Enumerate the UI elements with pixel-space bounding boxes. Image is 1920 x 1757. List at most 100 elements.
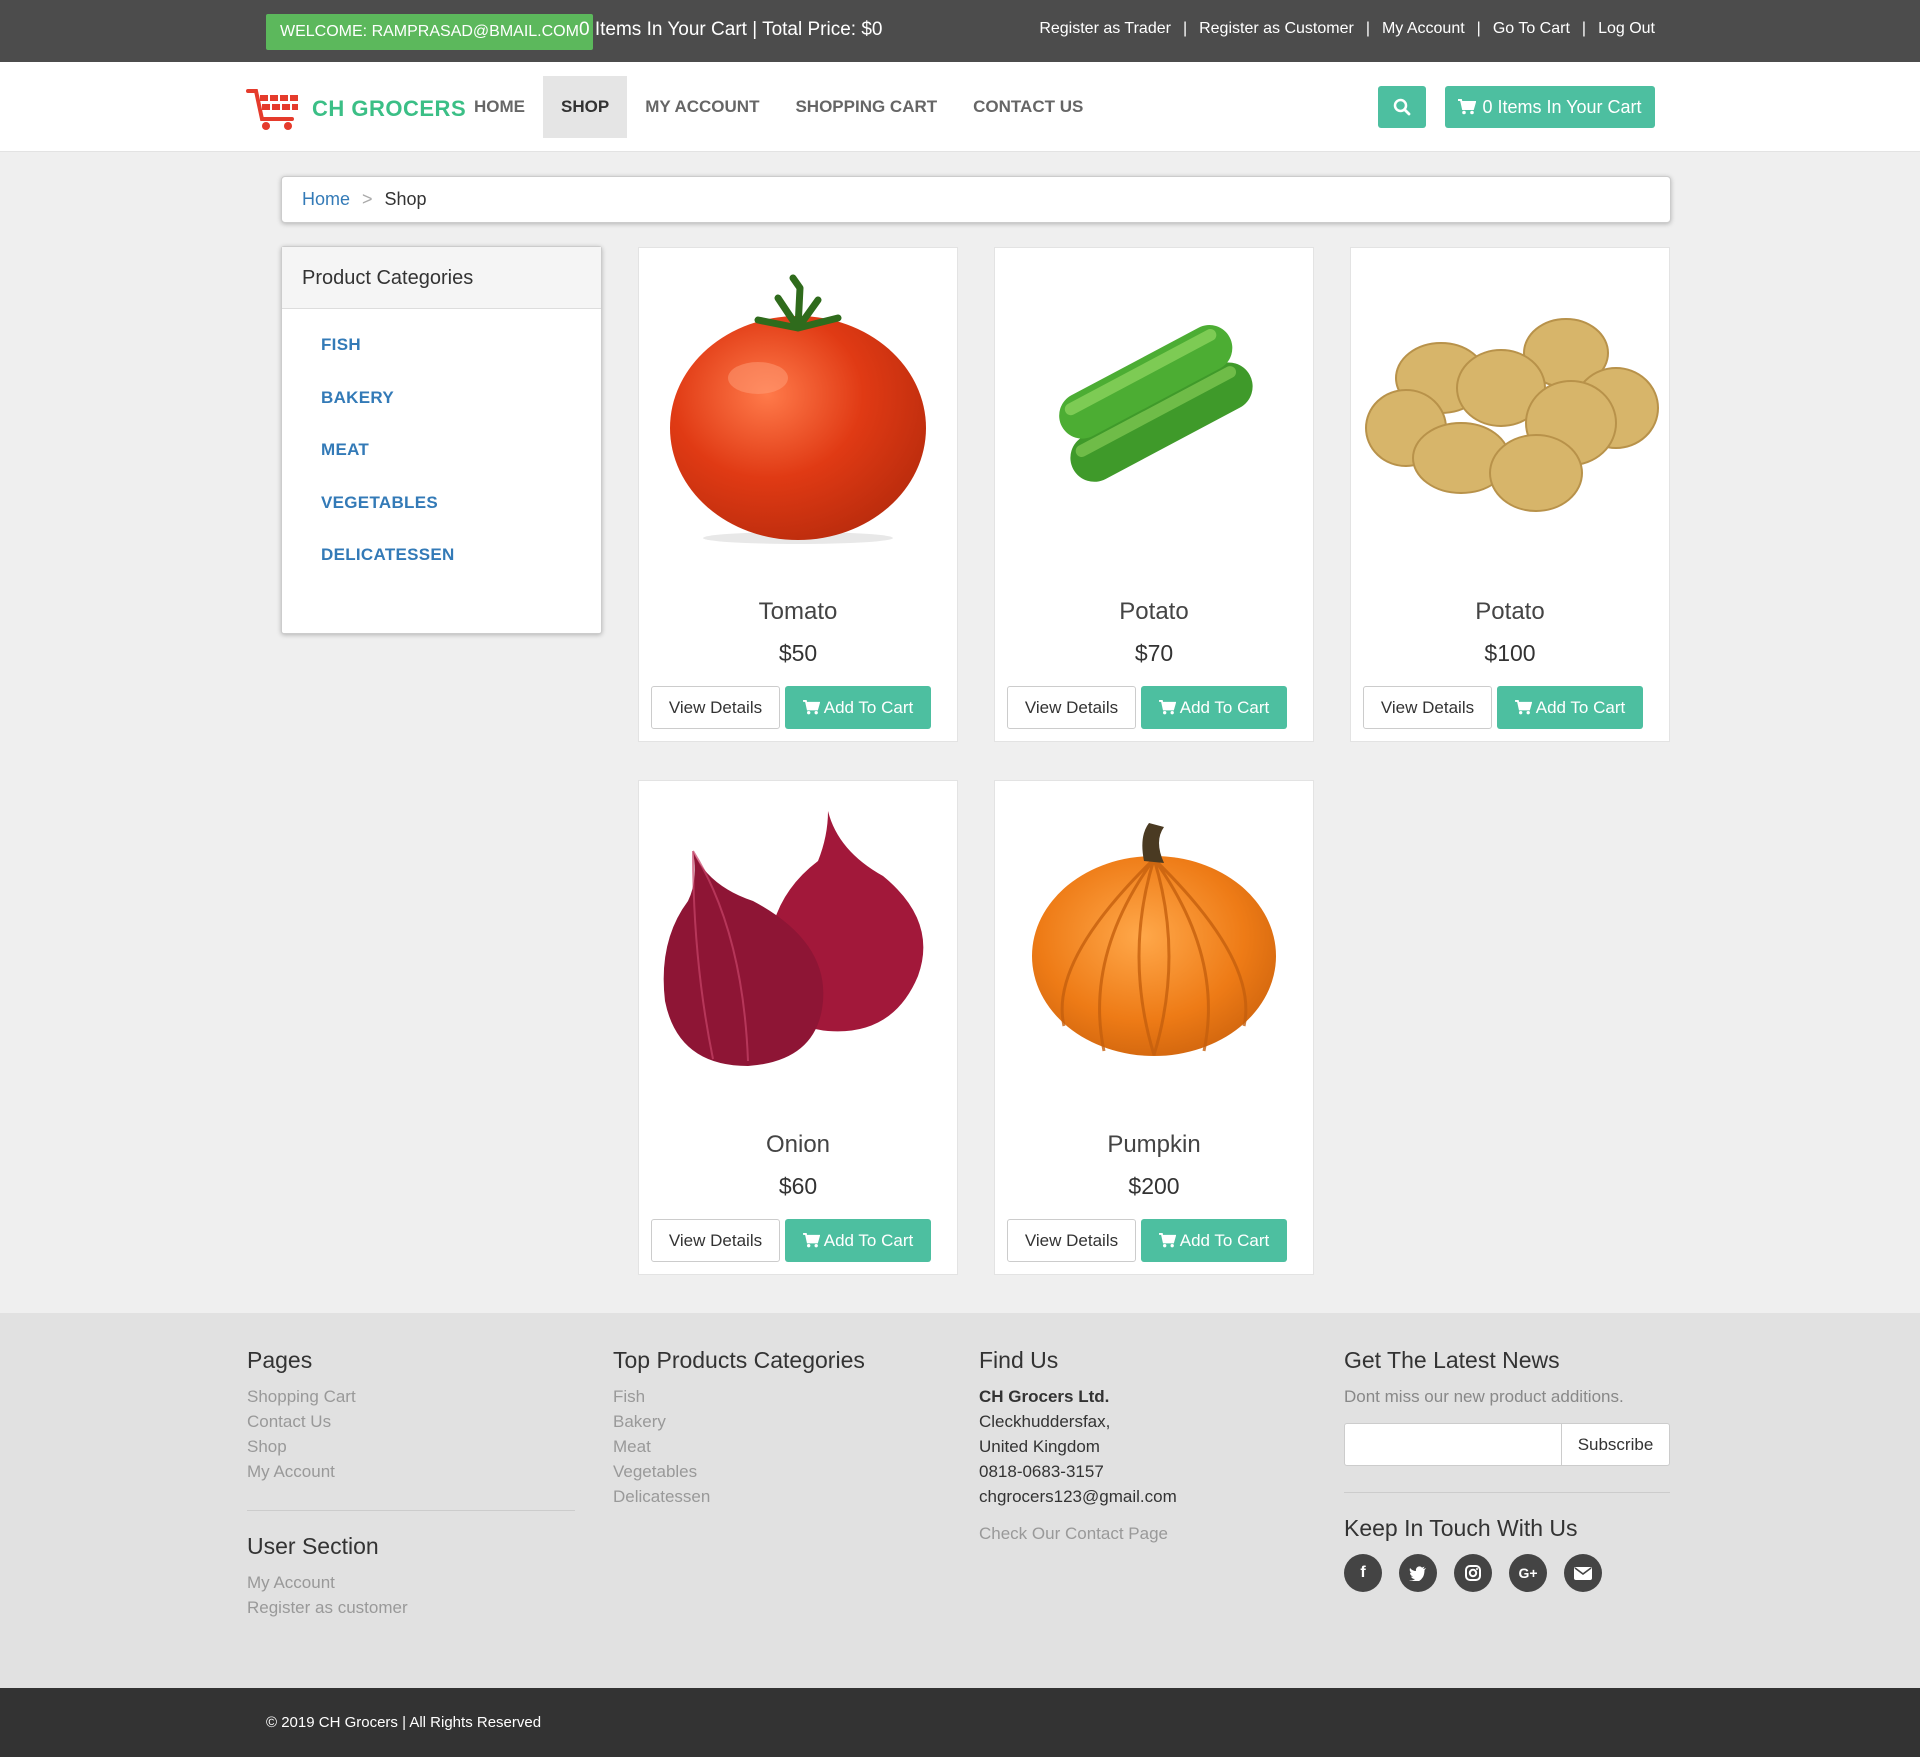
newsletter-email-input[interactable] xyxy=(1344,1423,1562,1466)
add-to-cart-label: Add To Cart xyxy=(1179,698,1270,717)
footer-user-section-title: User Section xyxy=(247,1533,379,1559)
phone-number: 0818-0683-3157 xyxy=(979,1462,1104,1481)
add-to-cart-label: Add To Cart xyxy=(823,698,914,717)
brand-name: CH GROCERS xyxy=(312,96,467,121)
nav-my-account[interactable]: MY ACCOUNT xyxy=(627,76,777,138)
product-name: Potato xyxy=(1475,598,1545,625)
sidebar-title: Product Categories xyxy=(282,247,601,309)
list-item: MEAT xyxy=(321,440,601,493)
category-delicatessen[interactable]: DELICATESSEN xyxy=(321,545,455,564)
view-details-button[interactable]: View Details xyxy=(1363,686,1492,729)
cart-icon xyxy=(802,1233,820,1248)
footer-category-meat[interactable]: Meat xyxy=(613,1434,865,1459)
product-price: $70 xyxy=(1134,640,1174,666)
google-plus-icon[interactable]: G+ xyxy=(1509,1554,1547,1592)
nav-shop[interactable]: SHOP xyxy=(543,76,628,138)
cart-icon xyxy=(1514,700,1532,715)
subscribe-button[interactable]: Subscribe xyxy=(1562,1423,1670,1466)
product-card: Tomato $50 View Details Add To Cart xyxy=(638,247,958,742)
twitter-icon[interactable] xyxy=(1399,1554,1437,1592)
contact-page-link[interactable]: Check Our Contact Page xyxy=(979,1521,1177,1546)
view-details-button[interactable]: View Details xyxy=(651,686,780,729)
category-list: FISH BAKERY MEAT VEGETABLES DELICATESSEN xyxy=(282,309,601,598)
log-out-link[interactable]: Log Out xyxy=(1598,20,1655,38)
facebook-icon[interactable]: f xyxy=(1344,1554,1382,1592)
category-bakery[interactable]: BAKERY xyxy=(321,388,394,407)
cart-summary: 0 Items In Your Cart | Total Price: $0 xyxy=(579,19,883,40)
breadcrumb: Home > Shop xyxy=(281,176,1671,223)
my-account-link[interactable]: My Account xyxy=(1382,20,1465,38)
category-vegetables[interactable]: VEGETABLES xyxy=(321,493,438,512)
address-line: Cleckhuddersfax, xyxy=(979,1412,1111,1431)
add-to-cart-button[interactable]: Add To Cart xyxy=(1497,686,1643,729)
envelope-icon[interactable] xyxy=(1564,1554,1602,1592)
add-to-cart-label: Add To Cart xyxy=(1179,1231,1270,1250)
add-to-cart-button[interactable]: Add To Cart xyxy=(1141,686,1287,729)
main-nav: HOME SHOP MY ACCOUNT SHOPPING CART CONTA… xyxy=(456,76,1101,138)
tomato-image xyxy=(670,274,926,544)
footer-find-us: Find Us CH Grocers Ltd. Cleckhuddersfax,… xyxy=(979,1347,1177,1546)
footer-categories: Top Products Categories Fish Bakery Meat… xyxy=(613,1347,865,1509)
header-cart-button[interactable]: 0 Items In Your Cart xyxy=(1445,86,1655,128)
register-trader-link[interactable]: Register as Trader xyxy=(1039,20,1171,38)
add-to-cart-button[interactable]: Add To Cart xyxy=(1141,1219,1287,1262)
category-fish[interactable]: FISH xyxy=(321,335,361,354)
footer-link-my-account[interactable]: My Account xyxy=(247,1459,575,1484)
product-image-potatoes[interactable] xyxy=(1361,258,1659,558)
potatoes-image xyxy=(1365,318,1659,512)
nav-contact-us[interactable]: CONTACT US xyxy=(955,76,1101,138)
instagram-icon[interactable] xyxy=(1454,1554,1492,1592)
product-image-onion[interactable] xyxy=(649,791,947,1091)
footer-link-register-customer[interactable]: Register as customer xyxy=(247,1595,575,1620)
footer-category-fish[interactable]: Fish xyxy=(613,1384,865,1409)
product-price: $60 xyxy=(778,1173,818,1199)
view-details-button[interactable]: View Details xyxy=(1007,1219,1136,1262)
breadcrumb-current: Shop xyxy=(384,189,427,209)
footer-category-vegetables[interactable]: Vegetables xyxy=(613,1459,865,1484)
footer-divider xyxy=(1344,1492,1670,1493)
footer: Pages Shopping Cart Contact Us Shop My A… xyxy=(0,1313,1920,1688)
address-line: United Kingdom xyxy=(979,1437,1100,1456)
footer-pages-title: Pages xyxy=(247,1347,313,1373)
footer-category-delicatessen[interactable]: Delicatessen xyxy=(613,1484,865,1509)
footer-link-shop[interactable]: Shop xyxy=(247,1434,575,1459)
cart-icon xyxy=(1458,99,1477,115)
cart-icon xyxy=(1158,1233,1176,1248)
product-name: Tomato xyxy=(758,598,838,625)
add-to-cart-button[interactable]: Add To Cart xyxy=(785,686,931,729)
nav-shopping-cart[interactable]: SHOPPING CART xyxy=(777,76,955,138)
social-links: f G+ xyxy=(1344,1554,1670,1592)
product-name: Pumpkin xyxy=(1107,1131,1201,1158)
category-meat[interactable]: MEAT xyxy=(321,440,369,459)
category-sidebar: Product Categories FISH BAKERY MEAT VEGE… xyxy=(281,246,602,634)
add-to-cart-label: Add To Cart xyxy=(823,1231,914,1250)
add-to-cart-label: Add To Cart xyxy=(1535,698,1626,717)
footer-link-contact-us[interactable]: Contact Us xyxy=(247,1409,575,1434)
product-image-cucumber[interactable] xyxy=(1005,258,1303,558)
search-icon xyxy=(1393,98,1411,116)
cart-icon xyxy=(802,700,820,715)
breadcrumb-home[interactable]: Home xyxy=(302,189,350,209)
go-to-cart-link[interactable]: Go To Cart xyxy=(1493,20,1570,38)
view-details-button[interactable]: View Details xyxy=(1007,686,1136,729)
footer-category-bakery[interactable]: Bakery xyxy=(613,1409,865,1434)
list-item: DELICATESSEN xyxy=(321,545,601,598)
footer-link-user-my-account[interactable]: My Account xyxy=(247,1570,575,1595)
search-button[interactable] xyxy=(1378,86,1426,128)
register-customer-link[interactable]: Register as Customer xyxy=(1199,20,1354,38)
keep-in-touch-title: Keep In Touch With Us xyxy=(1344,1515,1578,1541)
subscribe-form: Subscribe xyxy=(1344,1423,1670,1466)
product-price: $50 xyxy=(778,640,818,666)
product-name: Onion xyxy=(765,1131,831,1158)
product-image-tomato[interactable] xyxy=(649,258,947,558)
product-image-pumpkin[interactable] xyxy=(1005,791,1303,1091)
nav-home[interactable]: HOME xyxy=(456,76,543,138)
onion-image xyxy=(663,811,924,1066)
add-to-cart-button[interactable]: Add To Cart xyxy=(785,1219,931,1262)
list-item: VEGETABLES xyxy=(321,493,601,546)
product-price: $100 xyxy=(1484,640,1536,666)
view-details-button[interactable]: View Details xyxy=(651,1219,780,1262)
product-card: Potato $100 View Details Add To Cart xyxy=(1350,247,1670,742)
brand-logo[interactable]: CH GROCERS xyxy=(246,85,466,133)
footer-link-shopping-cart[interactable]: Shopping Cart xyxy=(247,1384,575,1409)
